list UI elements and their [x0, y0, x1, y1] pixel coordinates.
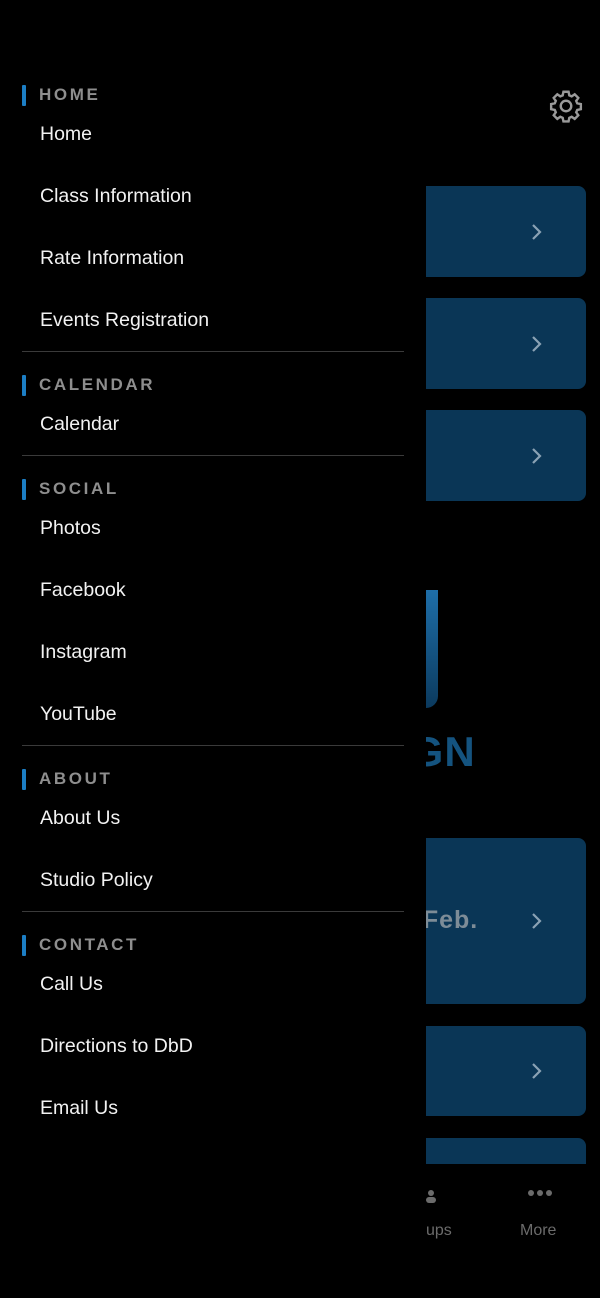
content-card[interactable] — [412, 410, 586, 501]
drawer-section-calendar: CALENDAR Calendar — [0, 372, 426, 456]
menu-item[interactable]: Facebook — [0, 559, 426, 621]
content-card[interactable] — [412, 1026, 586, 1116]
content-card[interactable] — [412, 186, 586, 277]
menu-item[interactable]: Class Information — [0, 165, 426, 227]
chevron-right-icon — [532, 223, 542, 240]
section-accent-bar — [22, 934, 26, 956]
section-title: CALENDAR — [39, 375, 156, 394]
section-divider — [22, 911, 404, 912]
chevron-right-icon — [532, 335, 542, 352]
section-divider — [22, 351, 404, 352]
menu-item[interactable]: Email Us — [0, 1077, 426, 1139]
content-card[interactable] — [412, 1138, 586, 1164]
section-title: HOME — [39, 85, 101, 104]
menu-item[interactable]: Rate Information — [0, 227, 426, 289]
tab-more-label[interactable]: More — [520, 1222, 556, 1240]
chevron-right-icon — [532, 447, 542, 464]
gear-icon[interactable] — [548, 88, 584, 124]
drawer-section-home: HOME Home Class Information Rate Informatio… — [0, 82, 426, 352]
menu-item[interactable]: Home — [0, 103, 426, 165]
section-divider — [22, 745, 404, 746]
menu-item[interactable]: Photos — [0, 497, 426, 559]
navigation-drawer: HOME Home Class Information Rate Informatio… — [0, 0, 426, 1298]
menu-item[interactable]: Call Us — [0, 953, 426, 1015]
chevron-right-icon — [532, 913, 542, 929]
section-divider — [22, 455, 404, 456]
chevron-right-icon — [532, 1063, 542, 1079]
menu-item[interactable]: YouTube — [0, 683, 426, 745]
section-title: CONTACT — [39, 935, 140, 954]
content-card[interactable] — [412, 298, 586, 389]
menu-item[interactable]: Instagram — [0, 621, 426, 683]
drawer-sections: HOME Home Class Information Rate Informatio… — [0, 0, 426, 1139]
section-accent-bar — [22, 84, 26, 106]
drawer-section-about: ABOUT About Us Studio Policy — [0, 766, 426, 912]
menu-item[interactable]: Directions to DbD — [0, 1015, 426, 1077]
menu-item[interactable]: Studio Policy — [0, 849, 426, 911]
drawer-section-contact: CONTACT Call Us Directions to DbD Email Us — [0, 932, 426, 1139]
section-accent-bar — [22, 374, 26, 396]
menu-item[interactable]: About Us — [0, 787, 426, 849]
section-title: ABOUT — [39, 769, 113, 788]
section-accent-bar — [22, 768, 26, 790]
drawer-section-social: SOCIAL Photos Facebook Instagram YouTube — [0, 476, 426, 746]
menu-item[interactable]: Calendar — [0, 393, 426, 455]
groups-icon — [426, 1190, 436, 1203]
more-icon[interactable] — [527, 1188, 553, 1198]
menu-item[interactable]: Events Registration — [0, 289, 426, 351]
section-accent-bar — [22, 478, 26, 500]
section-title: SOCIAL — [39, 479, 119, 498]
tab-groups-label[interactable]: ups — [426, 1222, 452, 1240]
